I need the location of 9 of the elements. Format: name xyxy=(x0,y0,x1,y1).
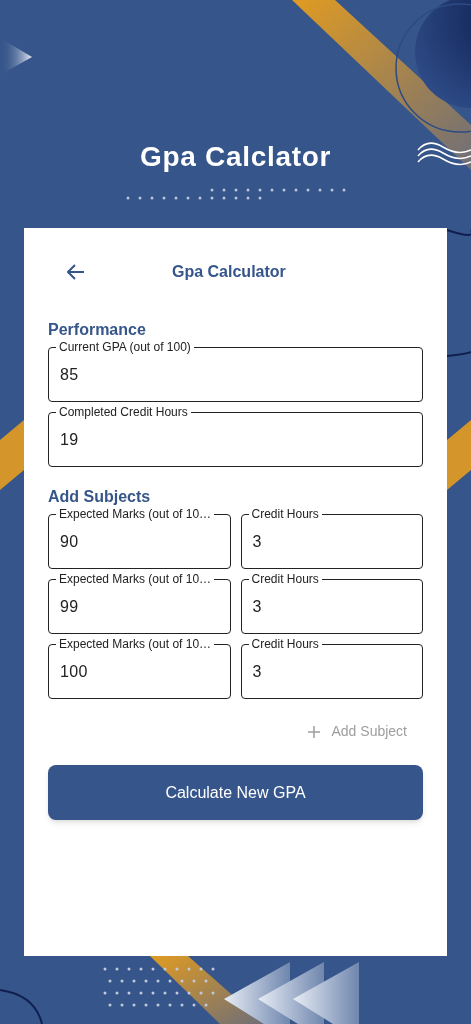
arc-line-decoration xyxy=(0,989,43,1024)
app-title: Gpa Calclator xyxy=(139,140,332,174)
header-title: Gpa Calculator xyxy=(172,262,286,282)
back-arrow-icon xyxy=(67,264,85,280)
section-heading: Add Subjects xyxy=(48,487,152,507)
section-heading: Performance xyxy=(48,320,147,340)
plus-icon xyxy=(307,725,320,738)
calculate-button[interactable]: Calculate New GPA xyxy=(48,765,423,820)
wave-lines-decoration xyxy=(417,142,471,166)
